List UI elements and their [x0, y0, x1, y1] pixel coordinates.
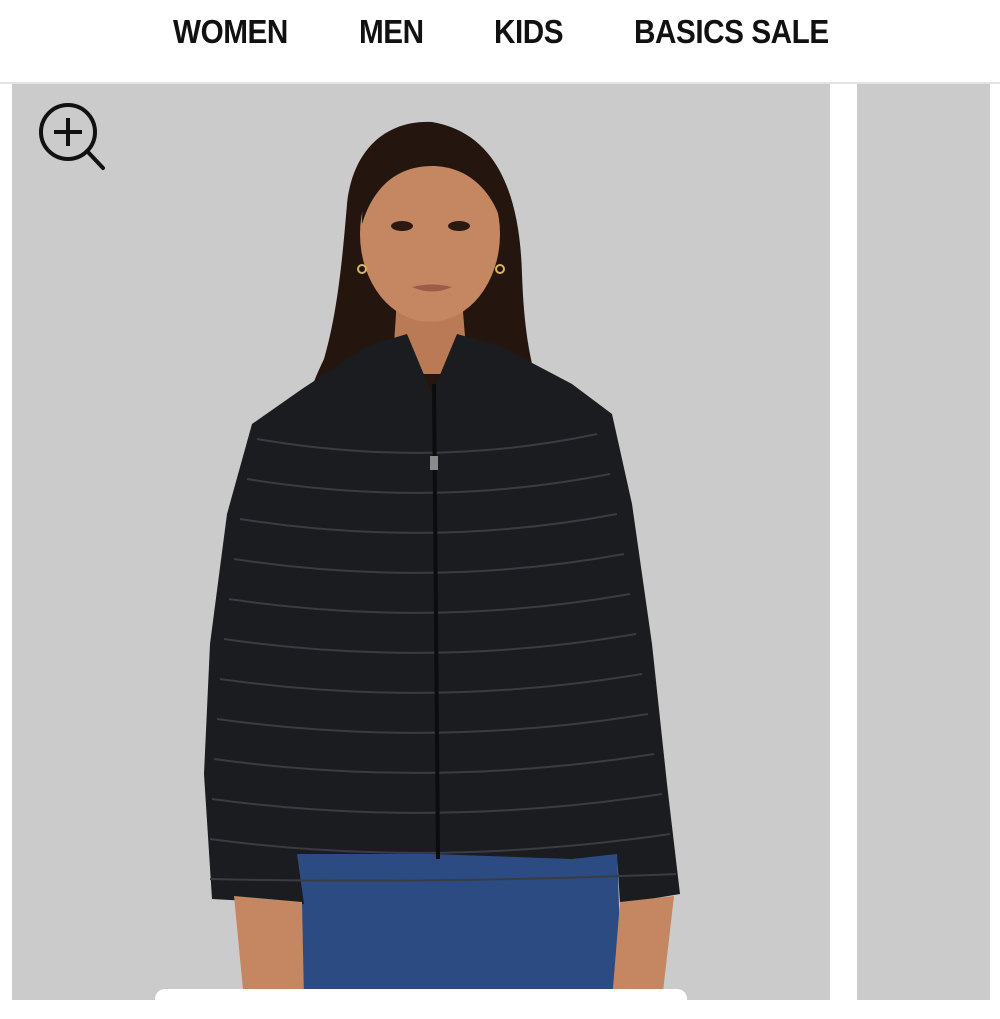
product-image-gallery — [0, 84, 1000, 1000]
nav-item-basics-sale[interactable]: BASICS SALE — [634, 13, 829, 51]
product-image-next[interactable] — [857, 84, 990, 1000]
zoom-in-icon[interactable] — [38, 102, 112, 176]
top-navigation: WOMEN MEN KIDS BASICS SALE — [0, 0, 1000, 84]
product-image-main[interactable] — [12, 84, 830, 1000]
nav-item-kids[interactable]: KIDS — [494, 13, 564, 51]
nav-item-men[interactable]: MEN — [359, 13, 424, 51]
product-photo — [204, 121, 680, 1000]
product-info-card-edge — [155, 989, 687, 1019]
nav-item-women[interactable]: WOMEN — [173, 13, 288, 51]
